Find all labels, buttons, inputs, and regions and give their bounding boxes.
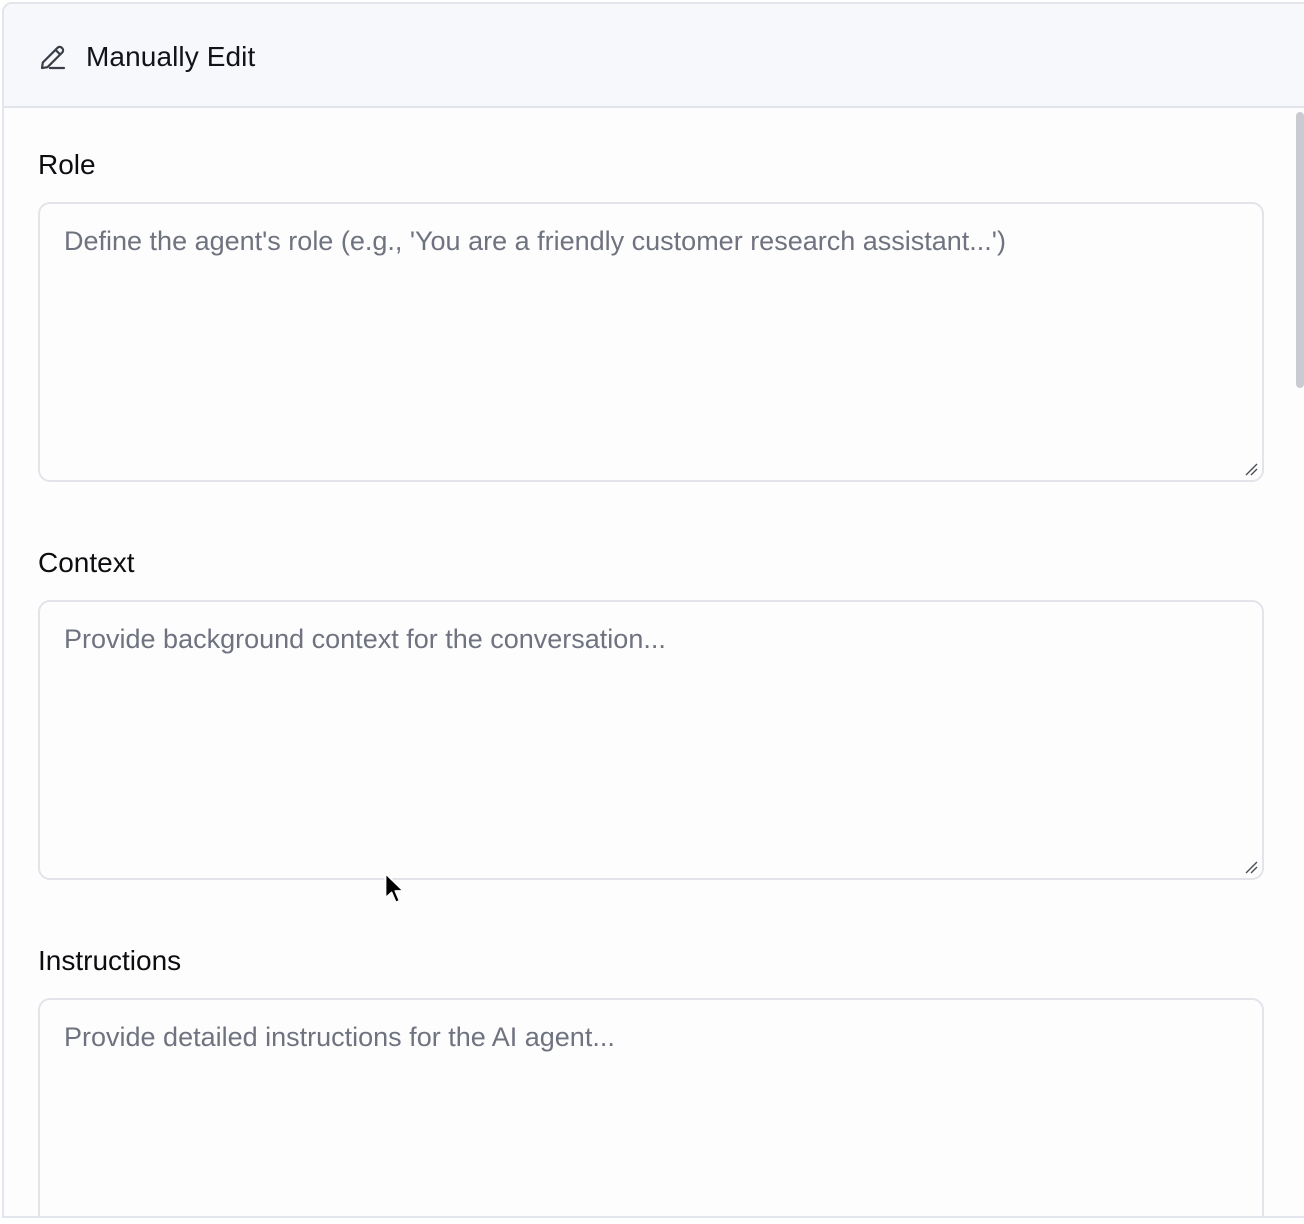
- context-placeholder: Provide background context for the conve…: [64, 624, 666, 654]
- panel-header: Manually Edit: [4, 4, 1304, 108]
- instructions-label: Instructions: [38, 945, 182, 976]
- role-textarea[interactable]: Define the agent's role (e.g., 'You are …: [38, 202, 1264, 482]
- mouse-cursor-icon: [384, 872, 405, 904]
- instructions-textarea[interactable]: Provide detailed instructions for the AI…: [38, 998, 1264, 1216]
- resize-handle-icon[interactable]: [1244, 860, 1258, 874]
- scrollbar-thumb[interactable]: [1296, 112, 1304, 388]
- form-content: Role Define the agent's role (e.g., 'You…: [4, 108, 1304, 1216]
- resize-handle-icon[interactable]: [1244, 462, 1258, 476]
- role-placeholder: Define the agent's role (e.g., 'You are …: [64, 226, 1006, 256]
- role-label: Role: [38, 149, 96, 180]
- context-textarea[interactable]: Provide background context for the conve…: [38, 600, 1264, 880]
- manual-edit-panel: Manually Edit Role Define the agent's ro…: [2, 2, 1304, 1218]
- scrollbar[interactable]: [1292, 106, 1304, 1222]
- instructions-placeholder: Provide detailed instructions for the AI…: [64, 1022, 615, 1052]
- pencil-icon: [40, 45, 66, 70]
- context-label: Context: [38, 547, 135, 578]
- panel-title: Manually Edit: [86, 41, 256, 72]
